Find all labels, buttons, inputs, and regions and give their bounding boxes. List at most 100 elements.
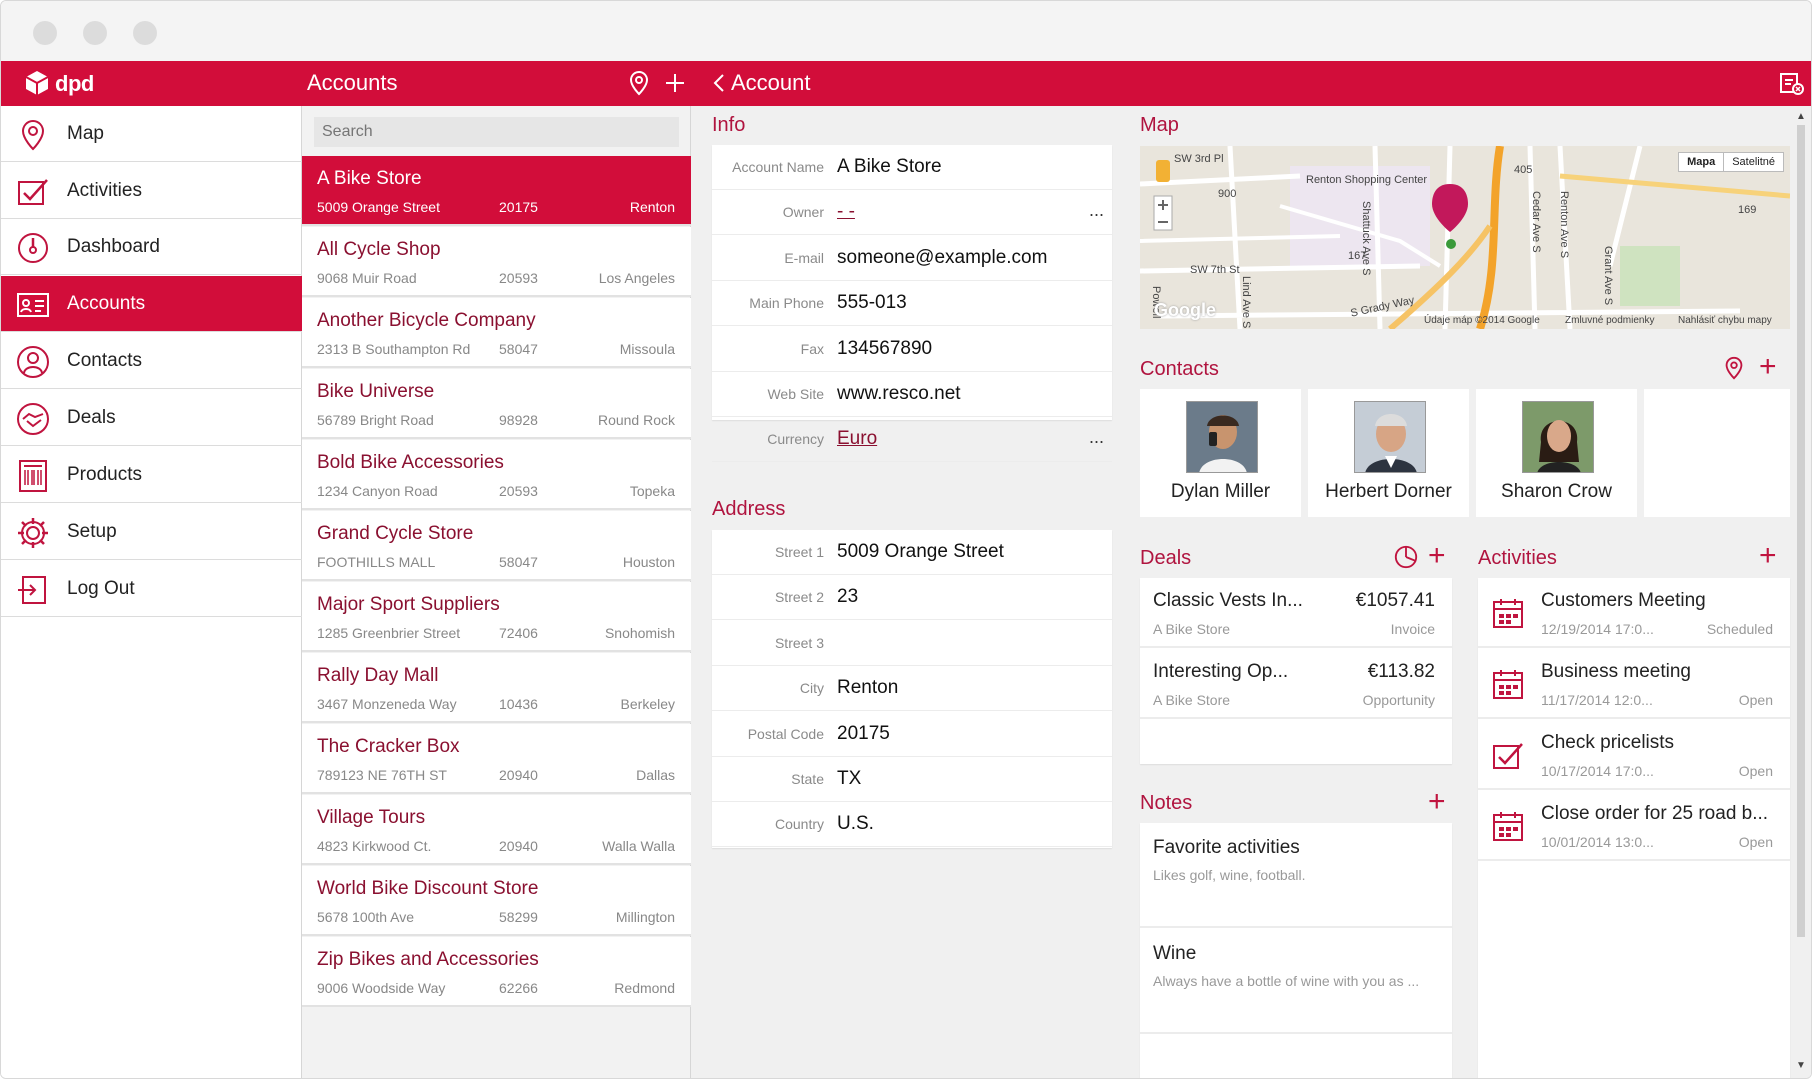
- contact-card[interactable]: Herbert Dorner: [1308, 389, 1469, 517]
- add-activity-button[interactable]: +: [1759, 541, 1777, 571]
- deals-card: Classic Vests In... €1057.41 A Bike Stor…: [1140, 578, 1452, 764]
- sidebar-item-dashboard[interactable]: Dashboard: [1, 219, 302, 275]
- address-field[interactable]: Country U.S.: [712, 802, 1112, 848]
- sync-status-icon[interactable]: [1777, 69, 1805, 97]
- accounts-header-title: Accounts: [307, 70, 398, 95]
- notes-card: Favorite activities Likes golf, wine, fo…: [1140, 823, 1452, 1078]
- note-row[interactable]: Favorite activities Likes golf, wine, fo…: [1140, 823, 1452, 928]
- field-more-button[interactable]: ...: [1089, 427, 1104, 448]
- field-value[interactable]: Euro: [837, 428, 877, 450]
- account-map[interactable]: SW 3rd Pl Renton Shopping Center SW 7th …: [1140, 146, 1790, 329]
- info-field[interactable]: Web Site www.resco.net: [712, 372, 1112, 417]
- account-row[interactable]: Another Bicycle Company 2313 B Southampt…: [302, 298, 691, 368]
- activity-row[interactable]: Close order for 25 road b... 10/01/2014 …: [1478, 791, 1790, 861]
- sidebar-item-deals[interactable]: Deals: [1, 390, 302, 446]
- scroll-thumb[interactable]: [1797, 125, 1805, 937]
- info-field[interactable]: Currency Euro ...: [712, 417, 1112, 463]
- deal-row[interactable]: Interesting Op... €113.82 A Bike Store O…: [1140, 649, 1452, 719]
- contact-card[interactable]: Sharon Crow: [1476, 389, 1637, 517]
- field-label: Account Name: [732, 159, 824, 175]
- field-value[interactable]: - -: [837, 201, 855, 223]
- map-type-satellite[interactable]: Satelitné: [1724, 153, 1783, 171]
- account-row[interactable]: The Cracker Box 789123 NE 76TH ST 20940 …: [302, 724, 691, 794]
- deal-row[interactable]: Classic Vests In... €1057.41 A Bike Stor…: [1140, 578, 1452, 648]
- sidebar-item-setup[interactable]: Setup: [1, 504, 302, 560]
- address-field[interactable]: Street 2 23: [712, 575, 1112, 621]
- info-field[interactable]: Owner - - ...: [712, 190, 1112, 236]
- info-field[interactable]: Main Phone 555-013: [712, 281, 1112, 327]
- scroll-up-arrow[interactable]: ▲: [1795, 111, 1807, 122]
- contact-card[interactable]: Dylan Miller: [1140, 389, 1301, 517]
- account-name: Village Tours: [317, 807, 426, 828]
- address-field[interactable]: Postal Code 20175: [712, 712, 1112, 757]
- sidebar-item-label: Map: [67, 123, 104, 144]
- account-street: 9068 Muir Road: [317, 270, 417, 286]
- account-name: Zip Bikes and Accessories: [317, 949, 539, 970]
- account-street: 789123 NE 76TH ST: [317, 767, 447, 783]
- search-input[interactable]: [314, 117, 679, 147]
- account-street: 9006 Woodside Way: [317, 980, 446, 996]
- add-note-button[interactable]: +: [1428, 787, 1446, 817]
- map-terms-link[interactable]: Zmluvné podmienky: [1565, 315, 1654, 326]
- pie-chart-icon[interactable]: [1393, 544, 1419, 570]
- account-row[interactable]: A Bike Store 5009 Orange Street 20175 Re…: [302, 156, 691, 226]
- window-maximize-button[interactable]: [133, 21, 157, 45]
- account-row[interactable]: Bike Universe 56789 Bright Road 98928 Ro…: [302, 369, 691, 439]
- account-row[interactable]: Zip Bikes and Accessories 9006 Woodside …: [302, 937, 691, 1007]
- info-field[interactable]: Account Name A Bike Store: [712, 145, 1112, 190]
- add-contact-button[interactable]: +: [1759, 352, 1777, 382]
- account-row[interactable]: Bold Bike Accessories 1234 Canyon Road 2…: [302, 440, 691, 510]
- sidebar-item-contacts[interactable]: Contacts: [1, 333, 302, 389]
- sidebar-item-accounts[interactable]: Accounts: [1, 276, 302, 332]
- field-label: Postal Code: [747, 725, 824, 742]
- address-field[interactable]: City Renton: [712, 666, 1112, 712]
- account-row[interactable]: All Cycle Shop 9068 Muir Road 20593 Los …: [302, 227, 691, 297]
- account-row[interactable]: Grand Cycle Store FOOTHILLS MALL 58047 H…: [302, 511, 691, 581]
- field-value: 5009 Orange Street: [837, 541, 1004, 562]
- account-zip: 20593: [499, 483, 538, 499]
- address-field[interactable]: Street 3: [712, 621, 1112, 666]
- checklist-icon: [18, 179, 48, 205]
- info-field[interactable]: E-mail someone@example.com: [712, 236, 1112, 281]
- window-close-button[interactable]: [33, 21, 57, 45]
- address-field[interactable]: State TX: [712, 757, 1112, 802]
- account-row[interactable]: Rally Day Mall 3467 Monzeneda Way 10436 …: [302, 653, 691, 723]
- sidebar-item-activities[interactable]: Activities: [1, 163, 302, 219]
- sidebar-item-map[interactable]: Map: [1, 106, 302, 162]
- deal-stage: Invoice: [1390, 621, 1435, 637]
- add-account-icon[interactable]: [661, 69, 689, 97]
- map-report-link[interactable]: Nahlásiť chybu mapy: [1678, 315, 1772, 326]
- activity-status: Open: [1738, 763, 1773, 779]
- info-card: Account Name A Bike Store Owner - - ... …: [712, 145, 1112, 463]
- info-field[interactable]: Fax 134567890: [712, 327, 1112, 372]
- page-scrollbar[interactable]: ▲ ▼: [1795, 111, 1807, 1071]
- address-field[interactable]: Street 1 5009 Orange Street: [712, 530, 1112, 575]
- activity-row[interactable]: Customers Meeting 12/19/2014 17:0... Sch…: [1478, 578, 1790, 648]
- window-minimize-button[interactable]: [83, 21, 107, 45]
- add-deal-button[interactable]: +: [1428, 541, 1446, 571]
- scroll-down-arrow[interactable]: ▼: [1795, 1060, 1807, 1071]
- field-more-button[interactable]: ...: [1089, 200, 1104, 221]
- sidebar-item-products[interactable]: Products: [1, 447, 302, 503]
- sidebar-item-label: Dashboard: [67, 236, 160, 257]
- sidebar-item-logout[interactable]: Log Out: [1, 561, 302, 617]
- field-label: City: [799, 680, 824, 697]
- map-pin-icon[interactable]: [1721, 355, 1747, 381]
- info-section-title: Info: [712, 114, 746, 136]
- account-name: Grand Cycle Store: [317, 523, 474, 544]
- activity-row[interactable]: Business meeting 11/17/2014 12:0... Open: [1478, 649, 1790, 719]
- account-zip: 72406: [499, 625, 538, 641]
- activities-section-title: Activities: [1478, 547, 1557, 569]
- activity-title: Check pricelists: [1541, 732, 1675, 753]
- account-row[interactable]: Village Tours 4823 Kirkwood Ct. 20940 Wa…: [302, 795, 691, 865]
- id-card-icon: [17, 293, 49, 317]
- account-row[interactable]: World Bike Discount Store 5678 100th Ave…: [302, 866, 691, 936]
- map-type-map[interactable]: Mapa: [1679, 153, 1725, 171]
- activity-row[interactable]: Check pricelists 10/17/2014 17:0... Open: [1478, 720, 1790, 790]
- back-chevron-icon[interactable]: [705, 69, 733, 97]
- account-row[interactable]: Major Sport Suppliers 1285 Greenbrier St…: [302, 582, 691, 652]
- account-header-title: Account: [731, 70, 811, 95]
- note-row[interactable]: Wine Always have a bottle of wine with y…: [1140, 929, 1452, 1034]
- map-pin-icon[interactable]: [625, 69, 653, 97]
- map-type-toggle[interactable]: Mapa Satelitné: [1678, 152, 1784, 172]
